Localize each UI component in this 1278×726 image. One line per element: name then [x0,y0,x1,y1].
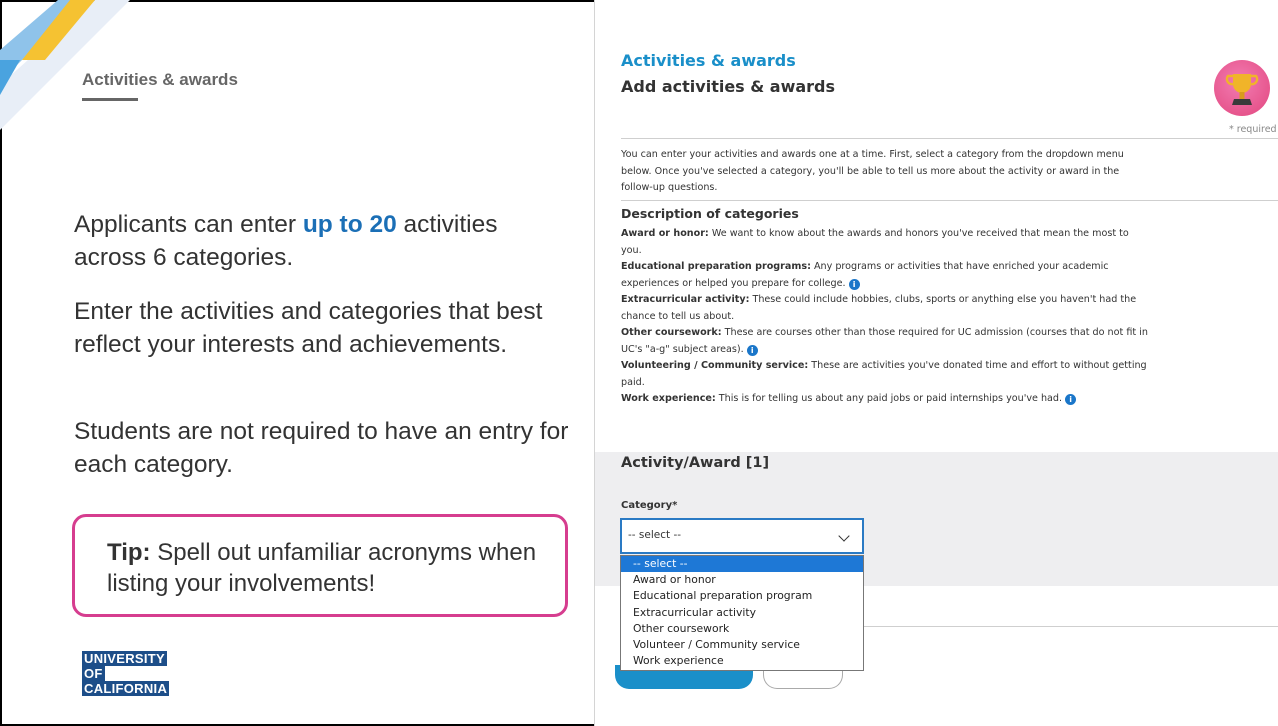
category-educational-preparation: Educational preparation programs: Any pr… [621,261,1109,290]
paragraph-not-required: Students are not required to have an ent… [74,418,569,478]
category-dropdown-list[interactable]: -- select -- Award or honor Educational … [620,555,864,671]
app-screenshot-panel: Activities & awards Add activities & awa… [595,0,1278,726]
tip-label: Tip: [107,539,151,566]
category-select[interactable]: -- select -- [620,518,864,554]
title-underline [82,98,138,101]
info-icon[interactable]: i [1065,394,1077,405]
info-icon[interactable]: i [848,278,860,290]
decorative-stripes [0,0,130,130]
paragraph-best-reflect: Enter the activities and categories that… [74,298,543,358]
page-heading: Add activities & awards [621,77,836,96]
category-label: Category* [621,500,678,511]
option-work-experience[interactable]: Work experience [621,653,863,669]
category-award-or-honor: Award or honor: We want to know about th… [621,228,1129,256]
option-volunteer[interactable]: Volunteer / Community service [621,637,863,653]
trophy-icon [1214,60,1270,116]
highlight-up-to-20: up to 20 [302,211,397,238]
option-educational-preparation[interactable]: Educational preparation program [621,588,863,604]
slide-title: Activities & awards [82,70,238,89]
tip-box: Tip: Spell out unfamiliar acronyms when … [72,514,568,617]
chevron-down-icon [838,530,850,542]
required-note: * required [1229,124,1277,135]
section-title: Activities & awards [621,51,796,70]
intro-text: You can enter your activities and awards… [621,149,1124,193]
info-icon[interactable]: i [746,344,758,356]
slide-left-panel: Activities & awards Applicants can enter… [0,0,594,726]
activity-heading: Activity/Award [1] [621,455,770,471]
category-volunteering: Volunteering / Community service: These … [621,360,1147,388]
option-extracurricular[interactable]: Extracurricular activity [621,605,863,621]
category-select-value: -- select -- [628,529,682,541]
category-other-coursework: Other coursework: These are courses othe… [621,327,1148,356]
paragraph-activity-count: Applicants can enter up to 20 activities… [74,211,498,271]
option-other-coursework[interactable]: Other coursework [621,621,863,637]
category-work-experience: Work experience: This is for telling us … [621,391,1151,408]
tip-text: Spell out unfamiliar acronyms when listi… [107,539,537,597]
category-extracurricular: Extracurricular activity: These could in… [621,294,1137,322]
option-award-or-honor[interactable]: Award or honor [621,572,863,588]
uc-logo: UNIVERSITY OF CALIFORNIA [82,651,170,696]
category-descriptions: Award or honor: We want to know about th… [621,226,1151,408]
divider-top [621,138,1278,139]
option-select[interactable]: -- select -- [621,556,863,573]
description-heading: Description of categories [621,206,799,221]
divider-intro [621,200,1278,201]
